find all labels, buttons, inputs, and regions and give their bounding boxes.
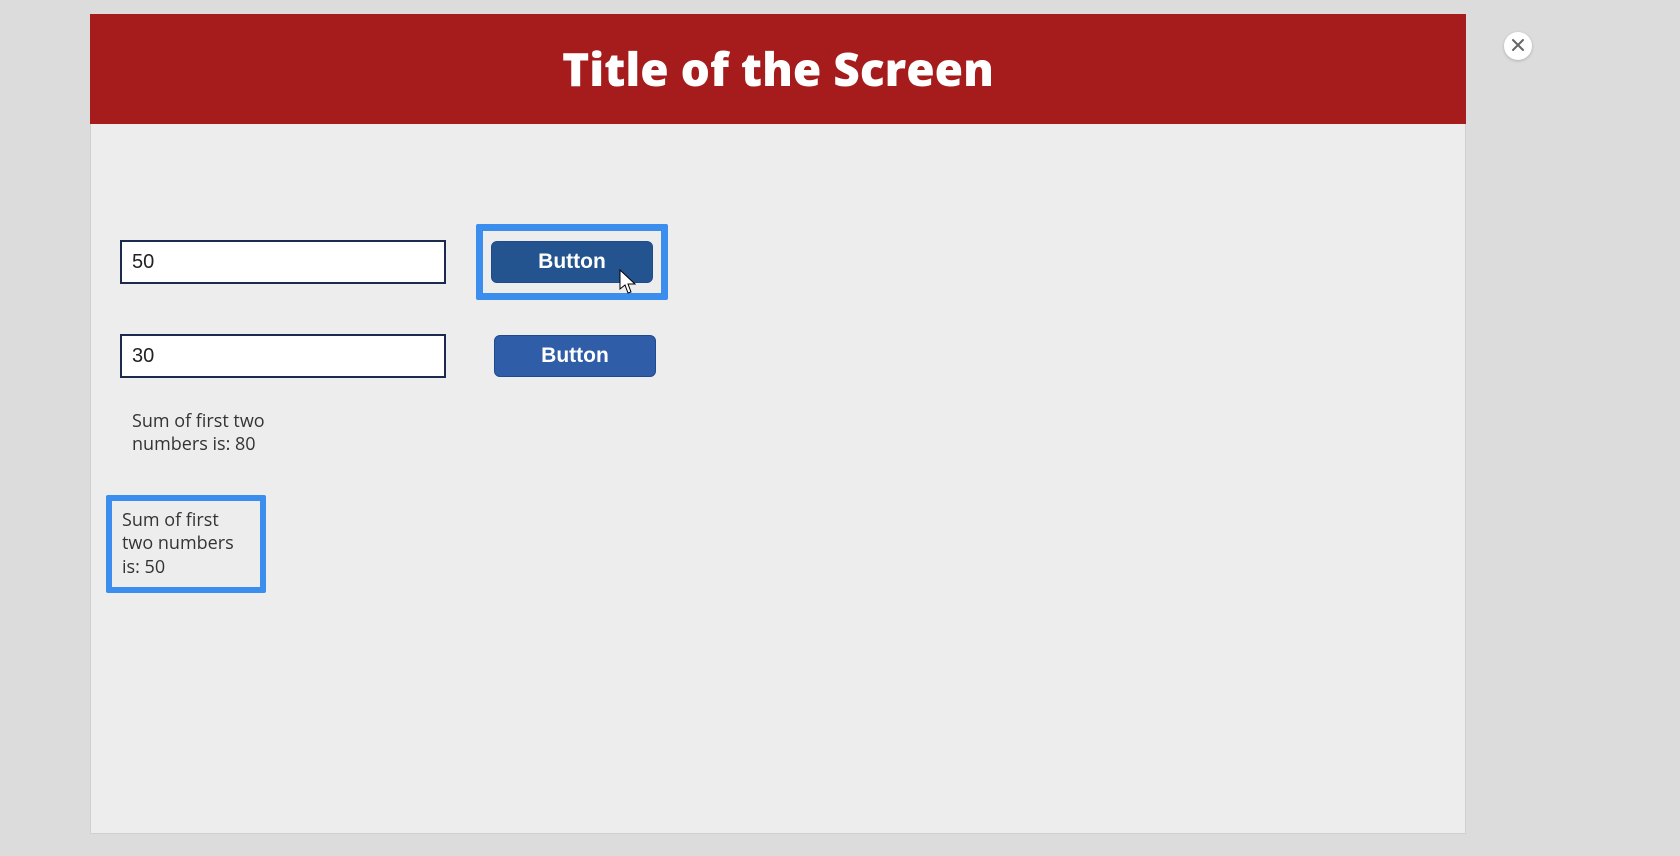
result-1-block: Sum of first two numbers is: 80 [126, 408, 1436, 459]
page-title: Title of the Screen [562, 38, 994, 100]
close-icon [1511, 35, 1525, 57]
result-line-2: Sum of first two numbers is: 50 [106, 495, 266, 593]
second-number-input[interactable] [120, 334, 446, 378]
button-2-wrap: Button [494, 335, 656, 377]
button-1[interactable]: Button [491, 241, 653, 283]
screen-header: Title of the Screen [90, 14, 1466, 124]
screen-panel: Title of the Screen Button Button Sum of… [90, 14, 1466, 834]
row-2: Button [120, 334, 1436, 378]
close-button[interactable] [1504, 32, 1532, 60]
button-2[interactable]: Button [494, 335, 656, 377]
row-1: Button [120, 224, 1436, 300]
first-number-input[interactable] [120, 240, 446, 284]
content-area: Button Button Sum of first two numbers i… [90, 124, 1466, 659]
result-line-1: Sum of first two numbers is: 80 [126, 408, 276, 459]
result-2-highlight: Sum of first two numbers is: 50 [106, 495, 1436, 593]
button-1-highlight: Button [476, 224, 668, 300]
results-area: Sum of first two numbers is: 80 Sum of f… [120, 408, 1436, 593]
